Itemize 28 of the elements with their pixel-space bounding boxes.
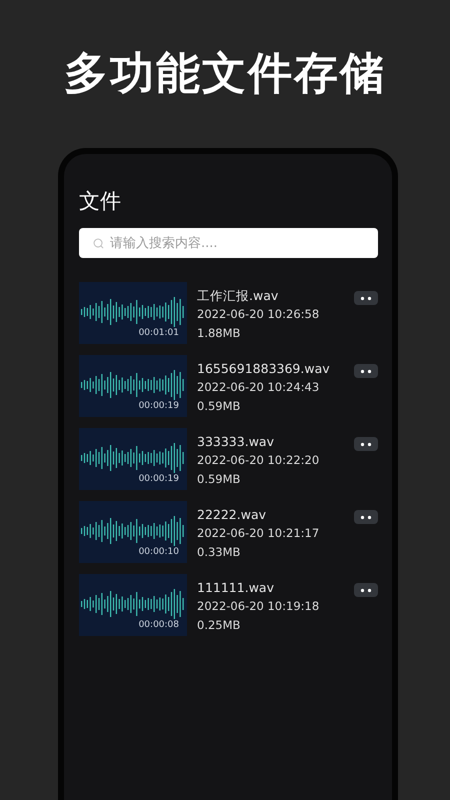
duration-label: 00:00:10 [138,547,179,558]
file-name: 333333.wav [197,433,275,451]
file-date: 2022-06-20 10:21:17 [197,525,320,542]
file-date: 2022-06-20 10:24:43 [197,379,320,396]
file-size: 1.88MB [197,325,242,342]
page-title: 文件 [79,188,122,215]
duration-label: 00:01:01 [138,328,179,339]
file-name: 1655691883369.wav [197,360,331,378]
file-date: 2022-06-20 10:22:20 [197,452,320,469]
more-button[interactable] [354,437,378,451]
file-size: 0.25MB [197,617,242,634]
more-button[interactable] [354,510,378,524]
file-size: 0.33MB [197,544,242,561]
more-button[interactable] [354,583,378,597]
more-button[interactable] [354,364,378,378]
duration-label: 00:00:19 [138,401,179,412]
duration-label: 00:00:19 [138,474,179,485]
file-size: 0.59MB [197,398,242,415]
file-name: 工作汇报.wav [197,287,280,305]
file-name: 22222.wav [197,506,268,524]
file-name: 111111.wav [197,579,275,597]
more-button[interactable] [354,291,378,305]
file-date: 2022-06-20 10:26:58 [197,306,320,323]
duration-label: 00:00:08 [138,620,179,631]
file-date: 2022-06-20 10:19:18 [197,598,320,615]
file-size: 0.59MB [197,471,242,488]
search-field[interactable]: 请输入搜索内容.... [79,228,378,258]
headline: 多功能文件存储 [63,47,387,100]
